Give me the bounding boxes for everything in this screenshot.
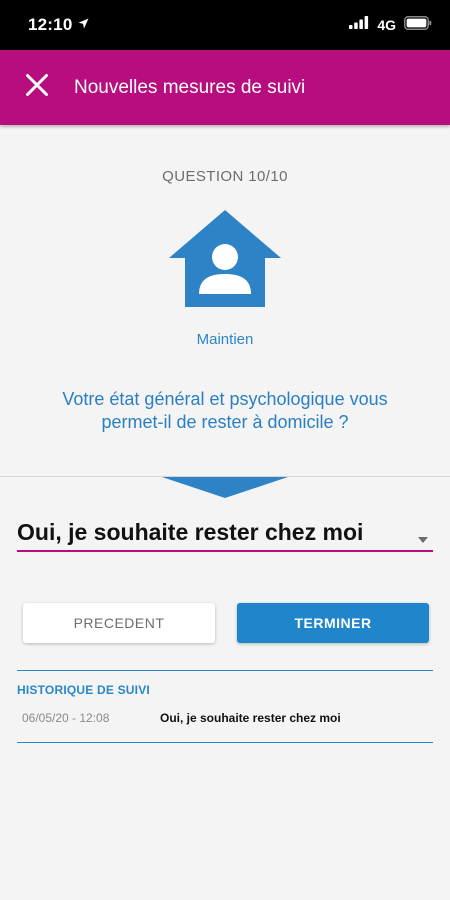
network-type: 4G: [377, 17, 396, 33]
signal-icon: [349, 16, 369, 34]
status-right: 4G: [349, 15, 432, 35]
question-text: Votre état général et psychologique vous…: [62, 389, 388, 432]
category-label: Maintien: [196, 331, 254, 348]
finish-button[interactable]: TERMINER: [237, 603, 429, 643]
close-icon: [25, 73, 49, 102]
history-divider-bottom: [17, 742, 433, 743]
history-divider-top: [17, 670, 433, 671]
pointer-arrow-icon: [162, 477, 288, 503]
status-left: 12:10: [28, 15, 89, 35]
answer-select[interactable]: Oui, je souhaite rester chez moi: [17, 514, 433, 552]
question-counter: QUESTION 10/10: [162, 168, 288, 185]
chevron-down-icon: [418, 530, 428, 548]
app-bar: Nouvelles mesures de suivi: [0, 50, 450, 125]
app-screen: 12:10 4G Nouvelles mesures de suivi QUES…: [0, 0, 450, 900]
history-entry-answer: Oui, je souhaite rester chez moi: [160, 711, 341, 725]
history-entry-datetime: 06/05/20 - 12:08: [22, 711, 110, 725]
previous-button[interactable]: PRECEDENT: [23, 603, 215, 643]
location-arrow-icon: [78, 16, 89, 34]
house-person-icon: [169, 210, 281, 313]
status-time: 12:10: [28, 15, 73, 34]
history-title: HISTORIQUE DE SUIVI: [17, 683, 150, 697]
page-title: Nouvelles mesures de suivi: [74, 76, 306, 98]
status-bar: 12:10 4G: [0, 0, 450, 50]
history-entry: 06/05/20 - 12:08 Oui, je souhaite rester…: [22, 711, 432, 725]
close-button[interactable]: [0, 50, 74, 125]
battery-icon: [404, 15, 432, 35]
answer-selected-value: Oui, je souhaite rester chez moi: [17, 518, 364, 545]
